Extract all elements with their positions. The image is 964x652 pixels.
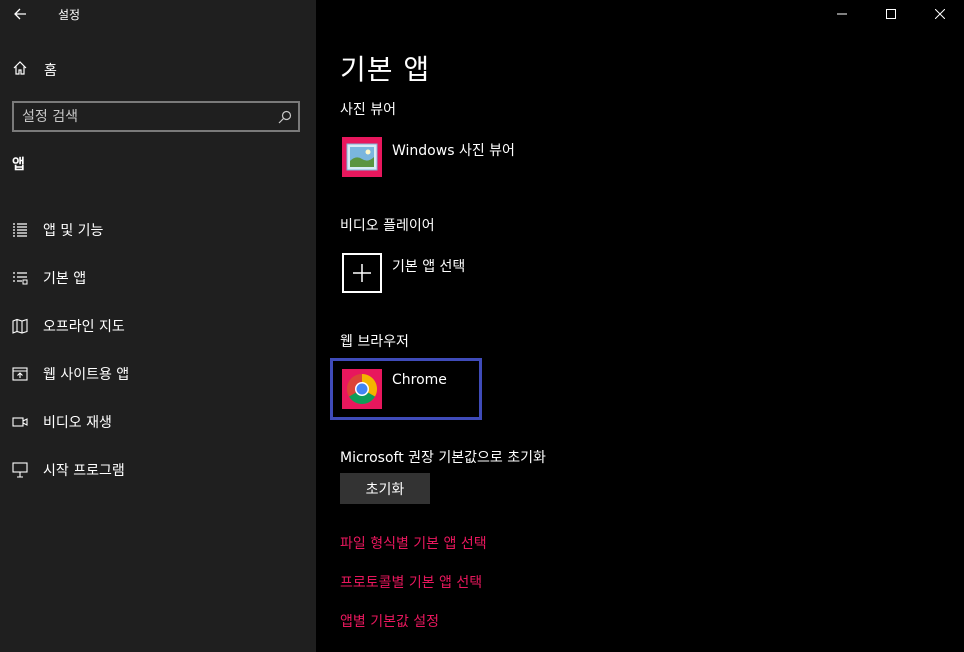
apps-features-icon [12, 222, 28, 238]
maximize-icon [885, 9, 896, 19]
close-button[interactable] [915, 0, 964, 28]
sidebar-item-home[interactable]: 홈 [12, 58, 57, 82]
maximize-button[interactable] [866, 0, 915, 28]
reset-button[interactable]: 초기화 [340, 473, 430, 504]
home-label: 홈 [44, 63, 57, 79]
default-apps-icon [12, 270, 28, 286]
window-title: 설정 [58, 8, 81, 22]
sidebar-item-startup[interactable]: 시작 프로그램 [0, 446, 316, 494]
link-choose-by-file-type[interactable]: 파일 형식별 기본 앱 선택 [340, 533, 487, 553]
search-input[interactable] [22, 106, 270, 127]
sidebar-item-default-apps[interactable]: 기본 앱 [0, 254, 316, 302]
sidebar-nav: 앱 및 기능 기본 앱 오프라인 지도 웹 사이트용 앱 비디오 재생 시작 프… [0, 206, 316, 494]
photo-viewer-icon [342, 137, 382, 177]
sidebar-item-label: 비디오 재생 [43, 415, 112, 431]
sidebar-item-label: 웹 사이트용 앱 [43, 367, 130, 383]
minimize-button[interactable] [817, 0, 866, 28]
home-icon [12, 60, 28, 80]
photo-viewer-label: 사진 뷰어 [340, 102, 396, 118]
video-player-app-name: 기본 앱 선택 [392, 259, 466, 275]
web-browser-label: 웹 브라우저 [340, 334, 409, 350]
sidebar-item-offline-maps[interactable]: 오프라인 지도 [0, 302, 316, 350]
back-arrow-icon [14, 8, 26, 20]
sidebar-item-label: 앱 및 기능 [43, 223, 104, 239]
offline-maps-icon [12, 318, 28, 334]
plus-icon [342, 253, 382, 293]
sidebar-item-apps-features[interactable]: 앱 및 기능 [0, 206, 316, 254]
web-browser-app[interactable]: Chrome [342, 369, 447, 409]
search-box[interactable] [12, 101, 300, 132]
link-choose-by-protocol[interactable]: 프로토콜별 기본 앱 선택 [340, 572, 482, 592]
photo-viewer-app-name: Windows 사진 뷰어 [392, 143, 515, 159]
sidebar: 설정 홈 앱 앱 및 기능 [0, 0, 316, 652]
photo-viewer-app[interactable]: Windows 사진 뷰어 [342, 137, 515, 177]
sidebar-item-label: 오프라인 지도 [43, 319, 125, 335]
video-player-app[interactable]: 기본 앱 선택 [342, 253, 465, 293]
sidebar-item-apps-for-websites[interactable]: 웹 사이트용 앱 [0, 350, 316, 398]
search-icon[interactable] [278, 109, 292, 128]
page-title: 기본 앱 [340, 53, 431, 86]
apps-for-websites-icon [12, 366, 28, 382]
sidebar-item-video-playback[interactable]: 비디오 재생 [0, 398, 316, 446]
startup-icon [12, 462, 28, 478]
web-browser-app-name: Chrome [392, 372, 447, 388]
chrome-icon [342, 369, 382, 409]
link-set-defaults-by-app[interactable]: 앱별 기본값 설정 [340, 611, 439, 631]
back-button[interactable] [6, 0, 34, 28]
minimize-icon [836, 13, 847, 15]
close-icon [934, 9, 945, 19]
sidebar-item-label: 기본 앱 [43, 271, 87, 287]
section-label-apps: 앱 [12, 157, 25, 173]
sidebar-item-label: 시작 프로그램 [43, 463, 125, 479]
window-controls [817, 0, 964, 28]
video-player-label: 비디오 플레이어 [340, 218, 435, 234]
main-content: 기본 앱 사진 뷰어 Windows 사진 뷰어 비디오 플레이어 기본 앱 선… [316, 0, 964, 652]
reset-label: Microsoft 권장 기본값으로 초기화 [340, 450, 546, 466]
video-playback-icon [12, 414, 28, 430]
